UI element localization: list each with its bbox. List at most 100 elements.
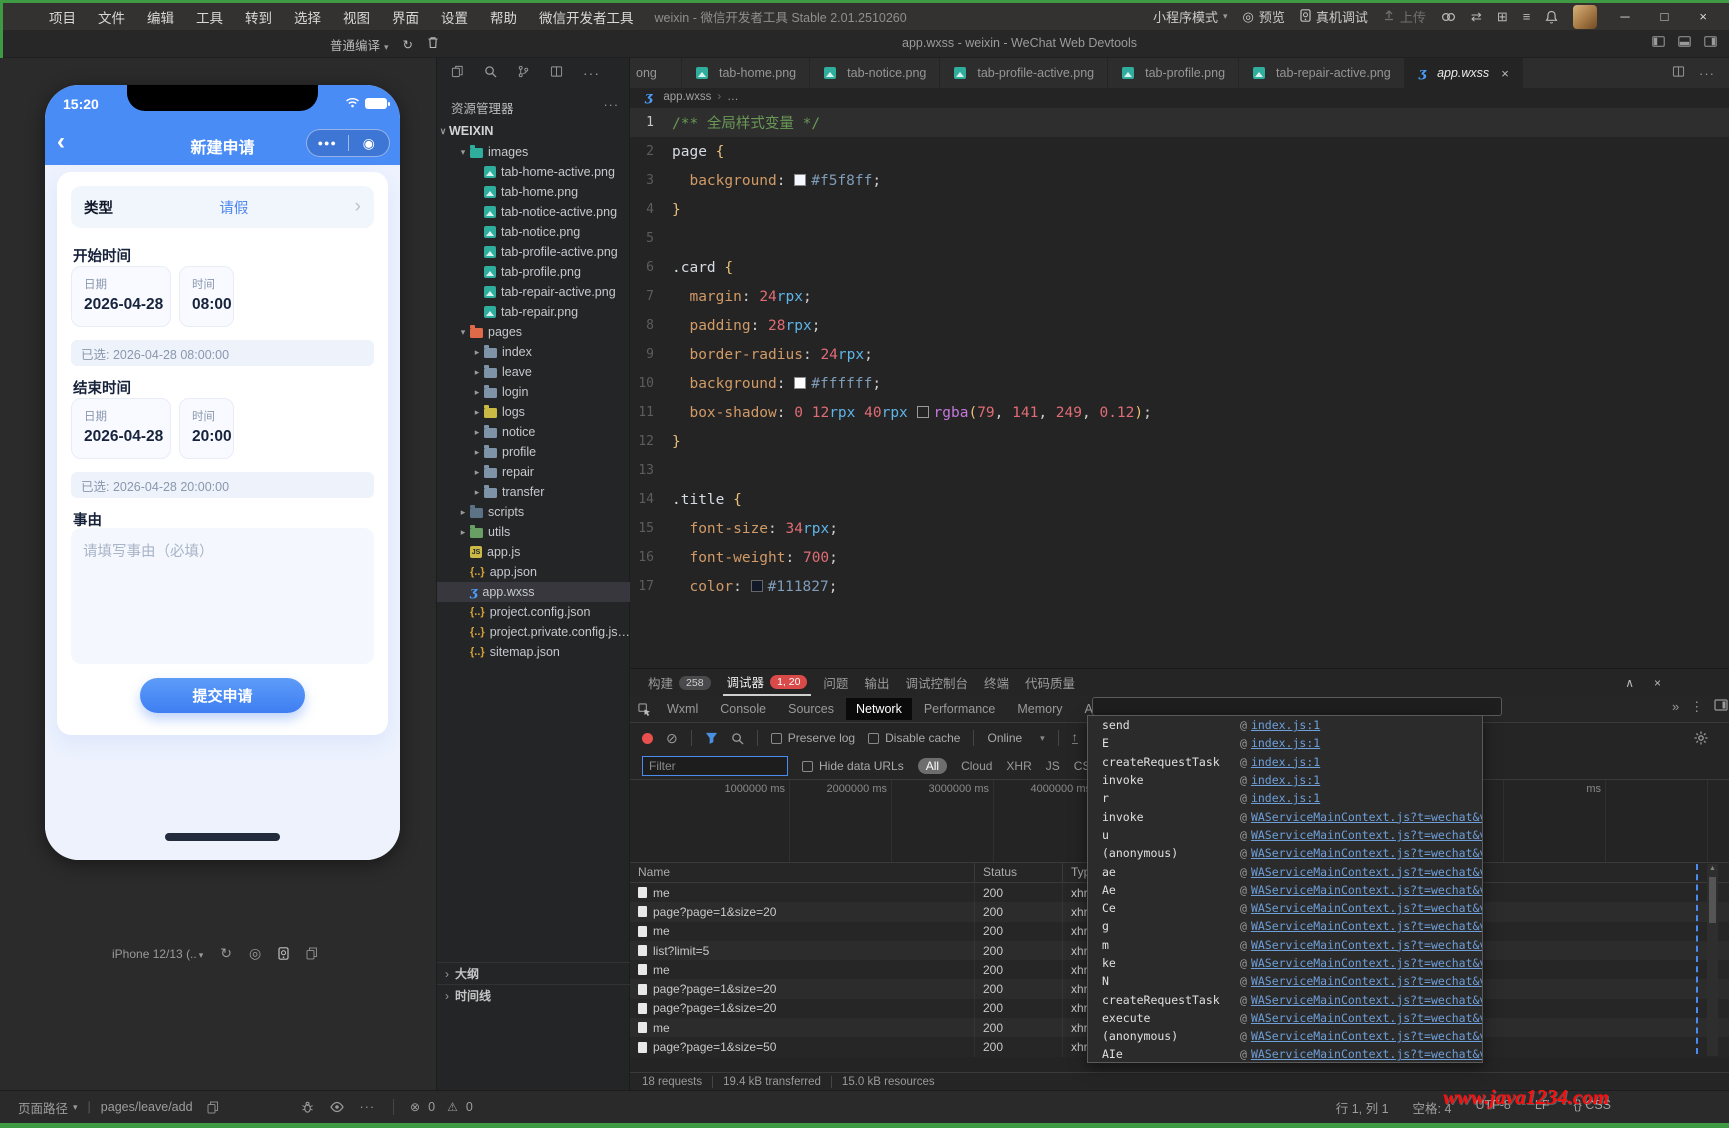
gear-icon[interactable] — [1694, 731, 1708, 748]
devtools-tab-memory[interactable]: Memory — [1007, 698, 1072, 720]
devtools-tab-performance[interactable]: Performance — [914, 698, 1006, 720]
disable-cache-checkbox[interactable]: Disable cache — [868, 731, 960, 745]
tree-item-utils[interactable]: ▸utils — [437, 522, 630, 542]
more-icon[interactable]: ··· — [352, 1100, 384, 1114]
frame-location-link[interactable]: WAServiceMainContext.js?t=wechat&v=3.15.… — [1251, 974, 1483, 988]
search-icon[interactable] — [484, 65, 497, 81]
frame-location-link[interactable]: WAServiceMainContext.js?t=wechat&v=3.15.… — [1251, 901, 1483, 915]
frame-location-link[interactable]: WAServiceMainContext.js?t=wechat&v=3.15.… — [1251, 810, 1483, 824]
menu-item[interactable]: 工具 — [185, 7, 234, 27]
devtools-tab-wxml[interactable]: Wxml — [657, 698, 708, 720]
frame-location-link[interactable]: WAServiceMainContext.js?t=wechat&v=3.15.… — [1251, 846, 1483, 860]
git-branch-icon[interactable] — [517, 65, 530, 81]
warnings-indicator[interactable]: ⚠0 — [441, 1100, 479, 1114]
menu-item[interactable]: 编辑 — [136, 7, 185, 27]
tree-item-tab-home-active-png[interactable]: tab-home-active.png — [437, 162, 630, 182]
scroll-up-icon[interactable]: ▲ — [1707, 864, 1718, 874]
split-icon[interactable] — [550, 65, 563, 81]
panel-tab-构建[interactable]: 构建258 — [644, 669, 715, 696]
menu-item[interactable]: 设置 — [430, 7, 479, 27]
copy-path-icon[interactable] — [199, 1101, 227, 1114]
devtools-tab-network[interactable]: Network — [846, 698, 912, 720]
menu-item[interactable]: 微信开发者工具 — [528, 7, 645, 27]
device-debug-button[interactable]: 真机调试 — [1300, 7, 1368, 26]
close-icon[interactable]: × — [1654, 676, 1661, 690]
page-path-select[interactable]: 页面路径▾ — [12, 1098, 84, 1117]
bell-icon[interactable] — [1545, 10, 1558, 24]
tree-item-tab-repair-png[interactable]: tab-repair.png — [437, 302, 630, 322]
chip-all[interactable]: All — [918, 758, 947, 774]
kebab-menu-icon[interactable]: ⋮ — [1690, 699, 1703, 715]
close-button[interactable]: × — [1691, 9, 1715, 24]
tree-item-tab-home-png[interactable]: tab-home.png — [437, 182, 630, 202]
editor-tab-tab-repair-active-png[interactable]: tab-repair-active.png — [1239, 58, 1405, 88]
tree-item-tab-profile-active-png[interactable]: tab-profile-active.png — [437, 242, 630, 262]
start-time-picker[interactable]: 时间 08:00 — [179, 266, 234, 327]
tree-item-tab-profile-png[interactable]: tab-profile.png — [437, 262, 630, 282]
link-icon[interactable] — [1441, 11, 1456, 23]
type-picker-row[interactable]: 类型 请假 › — [71, 186, 374, 228]
menu-item[interactable]: 项目 — [38, 7, 87, 27]
tree-item-index[interactable]: ▸index — [437, 342, 630, 362]
chip-xhr[interactable]: XHR — [1006, 759, 1031, 773]
more-tabs-icon[interactable]: » — [1672, 699, 1679, 715]
scrollbar[interactable]: ▲ — [1707, 864, 1718, 1056]
frame-location-link[interactable]: index.js:1 — [1251, 755, 1320, 769]
column-header-name[interactable]: Name — [630, 863, 975, 882]
toggle-panel-icon[interactable] — [1704, 35, 1717, 50]
tree-item-project-private-config-js-[interactable]: {..}project.private.config.js… — [437, 622, 630, 642]
section-时间线[interactable]: ›时间线 — [437, 984, 630, 1006]
network-filter-input[interactable]: Filter — [642, 756, 788, 776]
statusbar-item[interactable]: 行 1, 列 1 — [1336, 1098, 1389, 1117]
more-icon[interactable]: ··· — [604, 98, 620, 117]
grid-icon[interactable]: ⊞ — [1497, 9, 1508, 25]
devtools-tab-console[interactable]: Console — [710, 698, 776, 720]
files-icon[interactable] — [451, 65, 464, 81]
editor-tab-tab-notice-png[interactable]: tab-notice.png — [810, 58, 940, 88]
code-editor[interactable]: 1/** 全局样式变量 */2page {3 background: #f5f8… — [630, 106, 1729, 668]
submit-button[interactable]: 提交申请 — [140, 678, 305, 713]
dock-side-icon[interactable] — [1714, 699, 1728, 715]
panel-tab-调试器[interactable]: 调试器1, 20 — [723, 669, 812, 696]
column-header-status[interactable]: Status — [975, 863, 1063, 882]
split-editor-icon[interactable] — [1672, 65, 1685, 81]
clear-icon[interactable] — [427, 36, 439, 52]
tree-item-images[interactable]: ▾images — [437, 142, 630, 162]
tree-item-transfer[interactable]: ▸transfer — [437, 482, 630, 502]
record-button[interactable] — [642, 733, 653, 744]
more-icon[interactable]: ··· — [1699, 66, 1715, 81]
tree-root[interactable]: ∨WEIXIN — [437, 120, 630, 142]
mode-select[interactable]: 小程序模式▾ — [1153, 7, 1228, 26]
menu-icon[interactable]: ≡ — [1523, 9, 1531, 24]
chip-cloud[interactable]: Cloud — [961, 759, 992, 773]
frame-location-link[interactable]: WAServiceMainContext.js?t=wechat&v=3.15.… — [1251, 865, 1483, 879]
toggle-sidebar-icon[interactable] — [1652, 35, 1665, 50]
tree-item-scripts[interactable]: ▸scripts — [437, 502, 630, 522]
end-time-picker[interactable]: 时间 20:00 — [179, 398, 234, 459]
editor-tab-ong[interactable]: ong — [630, 58, 682, 88]
close-mini-icon[interactable]: ◉ — [349, 135, 390, 152]
close-icon[interactable]: × — [1501, 66, 1509, 81]
tree-item-sitemap-json[interactable]: {..}sitemap.json — [437, 642, 630, 662]
frame-location-link[interactable]: WAServiceMainContext.js?t=wechat&v=3.15.… — [1251, 1029, 1483, 1043]
capsule-button[interactable]: ●●● ◉ — [306, 129, 390, 157]
record-icon[interactable]: ◎ — [249, 945, 261, 962]
panel-tab-输出[interactable]: 输出 — [860, 669, 893, 696]
frame-location-link[interactable]: WAServiceMainContext.js?t=wechat&v=3.15.… — [1251, 828, 1483, 842]
chip-js[interactable]: JS — [1046, 759, 1060, 773]
devtools-filter-box[interactable] — [1092, 697, 1502, 716]
device-icon[interactable] — [278, 947, 289, 960]
frame-location-link[interactable]: WAServiceMainContext.js?t=wechat&v=3.15.… — [1251, 919, 1483, 933]
compile-mode-select[interactable]: 普通编译▾ — [330, 35, 389, 54]
tree-item-app-json[interactable]: {..}app.json — [437, 562, 630, 582]
tree-item-app-wxss[interactable]: ʒapp.wxss — [437, 582, 630, 602]
frame-location-link[interactable]: WAServiceMainContext.js?t=wechat&v=3.15.… — [1251, 993, 1483, 1007]
rotate-icon[interactable]: ↻ — [220, 945, 232, 962]
filter-icon[interactable] — [705, 732, 718, 744]
more-icon[interactable]: ●●● — [307, 138, 348, 148]
toggle-simulator-icon[interactable] — [1678, 35, 1691, 50]
menu-item[interactable]: 帮助 — [479, 7, 528, 27]
editor-tab-app-wxss[interactable]: ʒapp.wxss× — [1405, 58, 1523, 88]
panel-tab-问题[interactable]: 问题 — [819, 669, 852, 696]
panel-tab-调试控制台[interactable]: 调试控制台 — [901, 669, 972, 696]
